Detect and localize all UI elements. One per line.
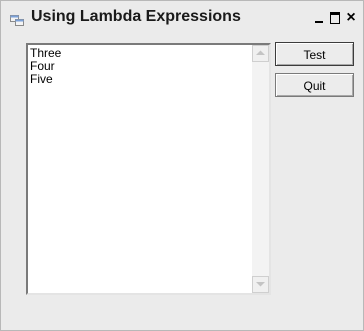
list-item[interactable]: Five: [30, 73, 61, 86]
minimize-button[interactable]: [311, 10, 327, 25]
scroll-up-button[interactable]: [252, 45, 269, 62]
close-button[interactable]: ×: [343, 10, 359, 26]
maximize-button[interactable]: [327, 10, 343, 25]
scroll-down-button[interactable]: [252, 276, 269, 293]
chevron-up-icon: [256, 50, 265, 55]
vertical-scrollbar[interactable]: [252, 45, 269, 293]
chevron-down-icon: [256, 282, 265, 287]
title-bar[interactable]: Using Lambda Expressions ×: [1, 1, 363, 34]
items-listbox[interactable]: Three Four Five: [26, 43, 271, 295]
window-title: Using Lambda Expressions: [31, 8, 241, 25]
list-items: Three Four Five: [30, 47, 61, 86]
app-window: Using Lambda Expressions × Three Four Fi…: [0, 0, 364, 331]
test-button[interactable]: Test: [275, 42, 354, 66]
caption-buttons: ×: [311, 10, 359, 26]
window-app-icon: [10, 13, 24, 26]
quit-button[interactable]: Quit: [275, 73, 354, 97]
